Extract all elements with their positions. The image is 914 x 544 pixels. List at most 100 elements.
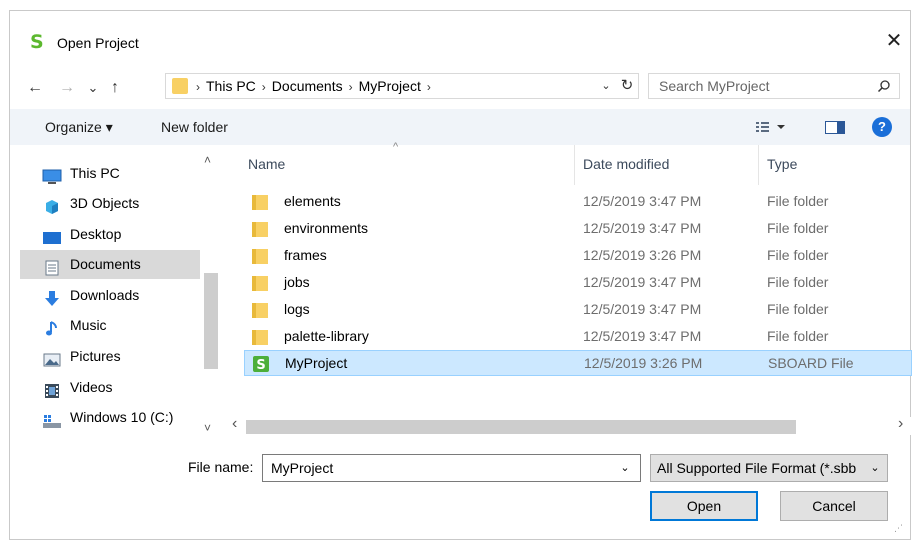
- scroll-down-icon[interactable]: ˅: [204, 421, 211, 435]
- file-row[interactable]: frames 12/5/2019 3:26 PM File folder: [244, 243, 912, 269]
- command-toolbar: Organize ▾ New folder ?: [10, 109, 910, 145]
- breadcrumb-this-pc[interactable]: This PC: [206, 78, 256, 94]
- title-bar: S Open Project ✕: [10, 11, 910, 57]
- change-view-icon[interactable]: [755, 117, 791, 137]
- file-name: logs: [284, 301, 310, 317]
- documents-icon: [42, 257, 62, 276]
- file-type: File folder: [767, 274, 829, 290]
- music-note-icon: [42, 318, 62, 336]
- search-icon: [873, 74, 895, 98]
- nav-item-label: Downloads: [70, 287, 140, 303]
- search-input[interactable]: Search MyProject: [648, 73, 900, 99]
- file-row[interactable]: palette-library 12/5/2019 3:47 PM File f…: [244, 324, 912, 350]
- breadcrumb-myproject[interactable]: MyProject: [359, 78, 421, 94]
- breadcrumb-documents[interactable]: Documents: [272, 78, 343, 94]
- nav-pane-scroll-thumb[interactable]: [204, 273, 218, 369]
- sboard-app-icon: S: [30, 31, 44, 53]
- open-button[interactable]: Open: [650, 491, 758, 521]
- folder-icon: [252, 247, 268, 265]
- film-icon: [42, 380, 62, 398]
- file-row-selected[interactable]: S MyProject 12/5/2019 3:26 PM SBOARD Fil…: [244, 350, 912, 376]
- column-header-type[interactable]: Type: [767, 156, 797, 172]
- file-type-filter-select[interactable]: All Supported File Format (*.sbb ⌄: [650, 454, 888, 482]
- recent-locations-chevron-icon[interactable]: ⌄: [82, 77, 104, 99]
- breadcrumb-separator-icon[interactable]: ›: [427, 80, 431, 94]
- column-header-name[interactable]: Name: [248, 156, 285, 172]
- help-icon[interactable]: ?: [872, 117, 892, 137]
- folder-icon: [172, 78, 188, 94]
- nav-item-3d-objects[interactable]: 3D Objects: [20, 189, 200, 218]
- file-type: File folder: [767, 220, 829, 236]
- scroll-left-icon[interactable]: ‹: [232, 415, 237, 433]
- nav-item-this-pc[interactable]: This PC: [20, 159, 200, 188]
- filter-dropdown-icon[interactable]: ⌄: [865, 455, 885, 481]
- file-row[interactable]: elements 12/5/2019 3:47 PM File folder: [244, 189, 912, 215]
- pictures-icon: [42, 349, 62, 367]
- sort-ascending-icon: ^: [393, 141, 399, 153]
- file-type: File folder: [767, 328, 829, 344]
- file-name: elements: [284, 193, 341, 209]
- file-row[interactable]: logs 12/5/2019 3:47 PM File folder: [244, 297, 912, 323]
- breadcrumb-separator-icon[interactable]: ›: [349, 80, 353, 94]
- cancel-button[interactable]: Cancel: [780, 491, 888, 521]
- file-name-input[interactable]: MyProject ⌄: [262, 454, 641, 482]
- nav-item-downloads[interactable]: Downloads: [20, 281, 200, 310]
- drive-icon: [42, 410, 62, 428]
- column-header-date[interactable]: Date modified: [583, 156, 669, 172]
- address-dropdown-icon[interactable]: ⌄: [596, 74, 616, 98]
- new-folder-button[interactable]: New folder: [161, 119, 228, 135]
- nav-item-music[interactable]: Music: [20, 311, 200, 340]
- file-name: MyProject: [285, 355, 348, 371]
- nav-item-videos[interactable]: Videos: [20, 373, 200, 402]
- horizontal-scroll-thumb[interactable]: [246, 420, 796, 434]
- file-type-filter-value: All Supported File Format (*.sbb: [657, 460, 857, 476]
- file-type: File folder: [767, 193, 829, 209]
- folder-icon: [252, 328, 268, 346]
- scroll-up-icon[interactable]: ˄: [204, 153, 211, 167]
- nav-item-label: Pictures: [70, 348, 121, 364]
- breadcrumb-separator-icon[interactable]: ›: [262, 80, 266, 94]
- breadcrumb: › This PC › Documents › MyProject ›: [196, 74, 437, 98]
- forward-arrow-icon[interactable]: →: [56, 77, 78, 99]
- file-date: 12/5/2019 3:47 PM: [583, 328, 702, 344]
- nav-item-label: Videos: [70, 379, 113, 395]
- close-icon[interactable]: ✕: [882, 29, 906, 53]
- file-row[interactable]: environments 12/5/2019 3:47 PM File fold…: [244, 216, 912, 242]
- up-arrow-icon[interactable]: ↑: [104, 77, 126, 99]
- file-name-value: MyProject: [271, 460, 334, 476]
- svg-text:S: S: [256, 358, 265, 373]
- search-placeholder: Search MyProject: [659, 78, 770, 94]
- file-name-dropdown-icon[interactable]: ⌄: [615, 455, 635, 481]
- nav-item-label: This PC: [70, 165, 120, 181]
- nav-item-windows-drive[interactable]: Windows 10 (C:): [20, 403, 200, 432]
- file-date: 12/5/2019 3:26 PM: [584, 355, 703, 371]
- nav-item-label: Desktop: [70, 226, 122, 242]
- organize-menu-button[interactable]: Organize ▾: [45, 119, 113, 136]
- sboard-file-icon: S: [253, 355, 269, 373]
- nav-item-pictures[interactable]: Pictures: [20, 342, 200, 371]
- nav-item-label: Windows 10 (C:): [70, 409, 174, 425]
- file-name: palette-library: [284, 328, 369, 344]
- preview-pane-icon[interactable]: [825, 121, 845, 134]
- navigation-pane: This PC 3D Objects Desktop Documents Dow…: [10, 145, 222, 441]
- scroll-right-icon[interactable]: ›: [898, 415, 903, 433]
- nav-item-documents[interactable]: Documents: [20, 250, 200, 279]
- 3d-objects-icon: [42, 196, 62, 214]
- file-type: File folder: [767, 247, 829, 263]
- column-divider[interactable]: [758, 145, 759, 185]
- nav-item-label: 3D Objects: [70, 195, 140, 211]
- nav-item-label: Music: [70, 317, 107, 333]
- computer-icon: [42, 166, 62, 184]
- file-date: 12/5/2019 3:26 PM: [583, 247, 702, 263]
- resize-grip-icon[interactable]: ⋰: [894, 524, 906, 537]
- refresh-icon[interactable]: ↻: [616, 74, 638, 98]
- column-divider[interactable]: [574, 145, 575, 185]
- file-row[interactable]: jobs 12/5/2019 3:47 PM File folder: [244, 270, 912, 296]
- back-arrow-icon[interactable]: ←: [24, 77, 46, 99]
- nav-item-label: Documents: [70, 256, 141, 272]
- nav-item-desktop[interactable]: Desktop: [20, 220, 200, 249]
- folder-icon: [252, 193, 268, 211]
- file-type: SBOARD File: [768, 355, 854, 371]
- folder-icon: [252, 220, 268, 238]
- address-bar[interactable]: › This PC › Documents › MyProject › ⌄ ↻: [165, 73, 639, 99]
